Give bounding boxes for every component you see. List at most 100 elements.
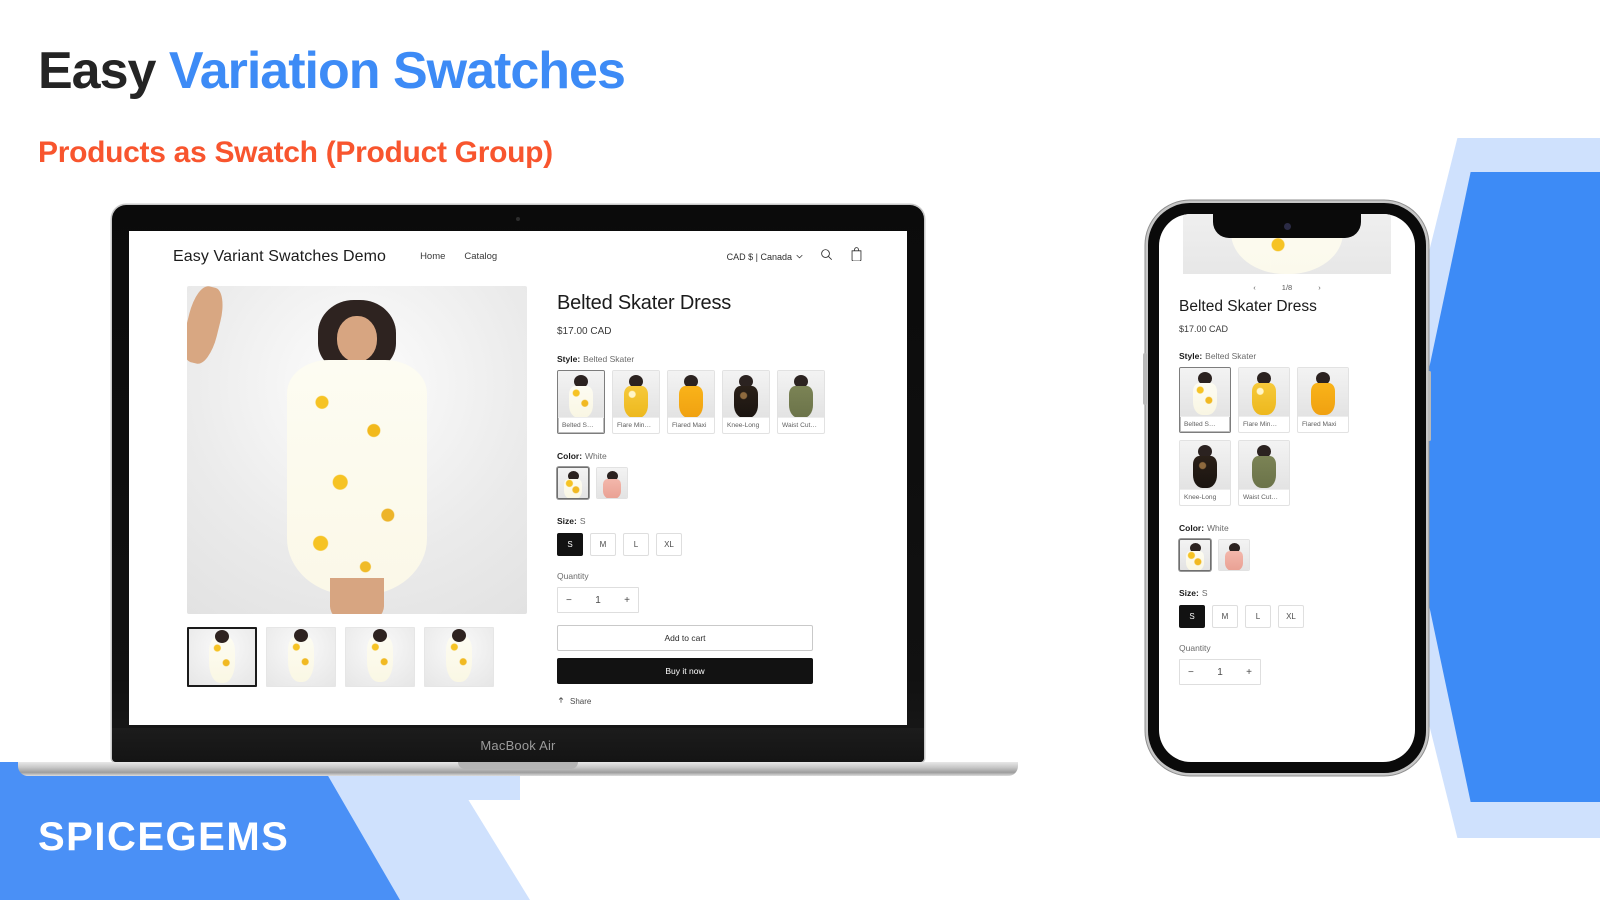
store-header-actions: CAD $ | Canada [727, 247, 863, 266]
mobile-size-button-s[interactable]: S [1179, 605, 1205, 628]
mobile-style-label-text: Style: [1179, 351, 1203, 361]
mobile-size-button-xl[interactable]: XL [1278, 605, 1304, 628]
size-option-label: Size: S [557, 516, 863, 526]
mobile-style-swatch[interactable]: Flared Maxi [1297, 367, 1349, 433]
style-selected-value: Belted Skater [583, 354, 635, 364]
style-swatch-label: Knee-Long [723, 417, 769, 433]
style-swatch[interactable]: Waist Cut… [777, 370, 825, 434]
phone-camera-icon [1283, 222, 1291, 230]
mobile-style-swatch-label: Flared Maxi [1298, 416, 1348, 432]
color-option-label: Color: White [557, 451, 863, 461]
search-icon[interactable] [820, 248, 833, 266]
phone-body: ‹ 1/8 › Belted Skater Dress $17.00 CAD S… [1143, 203, 1431, 773]
color-selected-value: White [585, 451, 607, 461]
laptop-lid: Easy Variant Swatches Demo Home Catalog … [112, 205, 924, 762]
page-title-part2: Variation Swatches [168, 42, 626, 100]
mobile-quantity-value[interactable]: 1 [1217, 667, 1223, 678]
mobile-size-option-label: Size: S [1179, 588, 1395, 598]
mobile-size-button-group: S M L XL [1179, 605, 1395, 628]
mobile-color-swatch-white[interactable] [1179, 539, 1211, 571]
style-swatch-label: Flare Min… [613, 417, 659, 433]
mobile-quantity-decrease-button[interactable]: − [1188, 667, 1194, 678]
mobile-style-swatch-label: Belted S… [1180, 416, 1230, 432]
nav-item-catalog[interactable]: Catalog [464, 251, 497, 262]
color-swatch-pink[interactable] [596, 467, 628, 499]
style-swatch[interactable]: Flared Maxi [667, 370, 715, 434]
laptop-screen: Easy Variant Swatches Demo Home Catalog … [129, 231, 907, 725]
product-title: Belted Skater Dress [557, 292, 732, 314]
mobile-color-option-label: Color: White [1179, 523, 1395, 533]
mobile-style-swatch-label: Knee-Long [1180, 489, 1230, 505]
mobile-quantity-label: Quantity [1179, 643, 1211, 653]
mobile-style-swatch[interactable]: Knee-Long [1179, 440, 1231, 506]
mobile-color-swatch-pink[interactable] [1218, 539, 1250, 571]
share-label: Share [570, 697, 592, 706]
mobile-size-button-l[interactable]: L [1245, 605, 1271, 628]
mobile-style-swatch[interactable]: Belted S… [1179, 367, 1231, 433]
mobile-style-selected-value: Belted Skater [1205, 351, 1257, 361]
mobile-style-swatch-label: Flare Min… [1239, 416, 1289, 432]
mobile-style-swatch[interactable]: Waist Cut… [1238, 440, 1290, 506]
style-swatch[interactable]: Knee-Long [722, 370, 770, 434]
style-swatch[interactable]: Belted S… [557, 370, 605, 434]
product-detail-page: Belted Skater Dress $17.00 CAD Style: Bel… [129, 280, 907, 706]
gallery-thumbnail[interactable] [424, 627, 494, 687]
product-price: $17.00 CAD [557, 326, 612, 337]
style-option-label: Style: Belted Skater [557, 354, 863, 364]
currency-selector-label: CAD $ | Canada [726, 251, 792, 262]
store-logo[interactable]: Easy Variant Swatches Demo [173, 248, 386, 266]
style-swatch-group: Belted S… Flare Min… Flared Maxi Knee-Lo… [557, 370, 863, 434]
mobile-product-price: $17.00 CAD [1179, 324, 1229, 334]
product-gallery [187, 286, 527, 706]
phone-notch [1213, 214, 1361, 238]
share-icon [558, 697, 564, 703]
size-button-xl[interactable]: XL [656, 533, 682, 556]
laptop-model-label: MacBook Air [480, 737, 556, 753]
quantity-value[interactable]: 1 [595, 595, 601, 606]
currency-selector[interactable]: CAD $ | Canada [727, 252, 803, 262]
quantity-stepper[interactable]: − 1 + [557, 587, 639, 613]
style-label-text: Style: [557, 354, 581, 364]
product-hero-image[interactable] [187, 286, 527, 614]
share-button[interactable]: Share [557, 697, 863, 706]
store-nav: Home Catalog [420, 251, 497, 262]
carousel-prev-button[interactable]: ‹ [1253, 283, 1256, 292]
mobile-size-label-text: Size: [1179, 588, 1199, 598]
cart-icon[interactable] [850, 247, 863, 266]
mobile-product-title: Belted Skater Dress [1179, 298, 1317, 315]
mobile-quantity-increase-button[interactable]: + [1246, 667, 1252, 678]
page-subtitle: Products as Swatch (Product Group) [38, 136, 553, 169]
size-button-s[interactable]: S [557, 533, 583, 556]
mobile-quantity-stepper[interactable]: − 1 + [1179, 659, 1261, 685]
page-title: Easy Variation Swatches [38, 42, 626, 100]
color-swatch-group [557, 467, 863, 499]
laptop-mockup: Easy Variant Swatches Demo Home Catalog … [18, 205, 1018, 776]
mobile-color-swatch-group [1179, 539, 1395, 571]
gallery-thumbnail[interactable] [187, 627, 257, 687]
carousel-counter: 1/8 [1281, 283, 1293, 292]
page-title-part1: Easy [38, 42, 169, 100]
mobile-gallery-carousel: ‹ 1/8 › [1159, 274, 1415, 294]
nav-item-home[interactable]: Home [420, 251, 445, 262]
carousel-next-button[interactable]: › [1318, 283, 1321, 292]
quantity-decrease-button[interactable]: − [566, 595, 572, 606]
phone-power-button [1427, 371, 1431, 441]
mobile-style-swatch[interactable]: Flare Min… [1238, 367, 1290, 433]
mobile-style-swatch-group: Belted S… Flare Min… Flared Maxi Knee-Lo… [1179, 367, 1395, 506]
add-to-cart-button[interactable]: Add to cart [557, 625, 813, 651]
mobile-size-selected-value: S [1201, 588, 1208, 598]
mobile-size-button-m[interactable]: M [1212, 605, 1238, 628]
quantity-label: Quantity [557, 571, 589, 581]
size-button-l[interactable]: L [623, 533, 649, 556]
mobile-style-option-label: Style: Belted Skater [1179, 351, 1395, 361]
style-swatch[interactable]: Flare Min… [612, 370, 660, 434]
gallery-thumbnail[interactable] [266, 627, 336, 687]
mobile-color-selected-value: White [1207, 523, 1229, 533]
mobile-style-swatch-label: Waist Cut… [1239, 489, 1289, 505]
size-button-m[interactable]: M [590, 533, 616, 556]
quantity-increase-button[interactable]: + [624, 595, 630, 606]
color-swatch-white[interactable] [557, 467, 589, 499]
phone-mockup: ‹ 1/8 › Belted Skater Dress $17.00 CAD S… [1143, 203, 1431, 773]
gallery-thumbnail[interactable] [345, 627, 415, 687]
buy-it-now-button[interactable]: Buy it now [557, 658, 813, 684]
